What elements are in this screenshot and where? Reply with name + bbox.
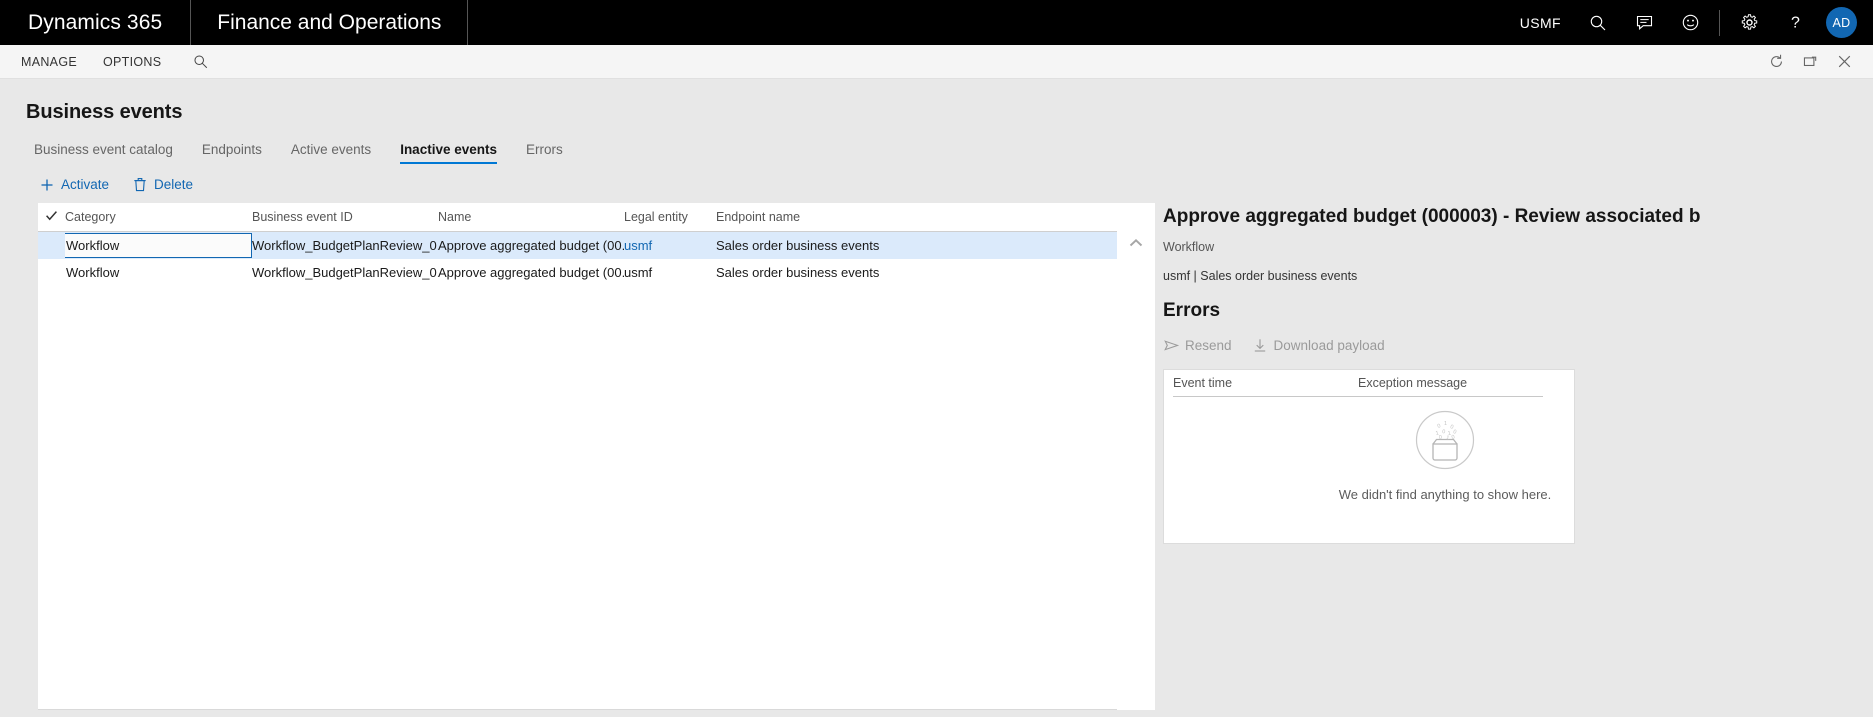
avatar[interactable]: AD xyxy=(1826,7,1857,38)
table-row[interactable]: Workflow Workflow_BudgetPlanReview_0... … xyxy=(38,259,1117,286)
details-title: Approve aggregated budget (000003) - Rev… xyxy=(1163,203,1873,228)
svg-text:1: 1 xyxy=(1444,421,1447,427)
svg-text:?: ? xyxy=(1791,15,1800,32)
download-payload-button[interactable]: Download payload xyxy=(1252,337,1385,353)
errors-table-divider xyxy=(1173,396,1543,397)
search-icon[interactable] xyxy=(1575,0,1621,45)
tab-active-events[interactable]: Active events xyxy=(291,142,371,164)
page-body: Business events Business event catalog E… xyxy=(0,79,1873,717)
svg-text:0: 0 xyxy=(1439,435,1443,441)
cell-category[interactable]: Workflow xyxy=(65,233,252,258)
inactive-events-grid: Category Business event ID Name Legal en… xyxy=(38,203,1117,710)
smiley-icon[interactable] xyxy=(1667,0,1713,45)
popout-icon[interactable] xyxy=(1793,45,1827,79)
cell-business-event-id[interactable]: Workflow_BudgetPlanReview_0... xyxy=(252,265,438,280)
errors-table-header: Event time Exception message xyxy=(1164,370,1574,396)
category-value: Workflow xyxy=(66,238,119,253)
resend-button[interactable]: Resend xyxy=(1163,337,1232,353)
errors-heading: Errors xyxy=(1163,283,1873,322)
download-icon xyxy=(1252,337,1268,353)
tab-inactive-events[interactable]: Inactive events xyxy=(400,142,497,164)
column-header-legal-entity[interactable]: Legal entity xyxy=(624,210,716,224)
search-icon[interactable] xyxy=(184,45,218,79)
empty-state: 0 1 0 1 0 1 0 0 1 0 xyxy=(1330,408,1560,502)
column-header-category[interactable]: Category xyxy=(65,210,252,224)
svg-text:1: 1 xyxy=(1446,435,1450,441)
details-panel: Approve aggregated budget (000003) - Rev… xyxy=(1155,203,1873,710)
column-header-endpoint-name[interactable]: Endpoint name xyxy=(716,210,1117,224)
cell-business-event-id[interactable]: Workflow_BudgetPlanReview_0... xyxy=(252,238,438,253)
send-icon xyxy=(1163,337,1179,353)
column-header-business-event-id[interactable]: Business event ID xyxy=(252,210,438,224)
app-name[interactable]: Finance and Operations xyxy=(191,0,468,45)
action-pane-tab-manage[interactable]: MANAGE xyxy=(8,45,90,79)
grid-header-row: Category Business event ID Name Legal en… xyxy=(38,203,1117,232)
help-icon[interactable]: ? xyxy=(1772,0,1818,45)
cell-endpoint-name[interactable]: Sales order business events xyxy=(716,265,1117,280)
column-header-exception-message[interactable]: Exception message xyxy=(1358,376,1467,390)
chevron-up-icon[interactable] xyxy=(1129,235,1143,710)
cell-legal-entity[interactable]: usmf xyxy=(624,265,716,280)
content-split: Category Business event ID Name Legal en… xyxy=(0,203,1873,710)
column-header-event-time[interactable]: Event time xyxy=(1173,376,1358,390)
details-subtitle: usmf | Sales order business events xyxy=(1163,254,1873,283)
topbar-divider xyxy=(1719,10,1720,36)
column-header-name[interactable]: Name xyxy=(438,210,624,224)
select-all-checkmark-icon[interactable] xyxy=(38,209,65,225)
delete-button[interactable]: Delete xyxy=(131,176,193,193)
top-navigation-bar: Dynamics 365 Finance and Operations USMF… xyxy=(0,0,1873,45)
empty-state-message: We didn't find anything to show here. xyxy=(1339,487,1552,502)
category-input[interactable]: Workflow xyxy=(65,233,252,258)
feedback-icon[interactable] xyxy=(1621,0,1667,45)
brand-logo[interactable]: Dynamics 365 xyxy=(0,0,191,45)
action-pane: MANAGE OPTIONS xyxy=(0,45,1873,79)
download-payload-button-label: Download payload xyxy=(1274,338,1385,353)
refresh-icon[interactable] xyxy=(1759,45,1793,79)
cell-category[interactable]: Workflow xyxy=(65,265,252,280)
errors-toolbar: Resend Download payload xyxy=(1163,322,1873,353)
close-icon[interactable] xyxy=(1827,45,1861,79)
company-selector[interactable]: USMF xyxy=(1506,15,1575,31)
delete-button-label: Delete xyxy=(154,177,193,192)
cell-legal-entity[interactable]: usmf xyxy=(624,238,716,253)
resend-button-label: Resend xyxy=(1185,338,1232,353)
table-row[interactable]: Workflow Workflow_BudgetPlanReview_0... … xyxy=(38,232,1117,259)
trash-icon xyxy=(131,176,148,193)
tab-errors[interactable]: Errors xyxy=(526,142,563,164)
topbar-right-controls: USMF ? AD xyxy=(1506,0,1873,45)
activate-button[interactable]: Activate xyxy=(38,176,109,193)
topbar-spacer xyxy=(468,0,1505,45)
plus-icon xyxy=(38,176,55,193)
page-tabs: Business event catalog Endpoints Active … xyxy=(0,124,1873,164)
tab-endpoints[interactable]: Endpoints xyxy=(202,142,262,164)
details-category: Workflow xyxy=(1163,228,1873,254)
svg-text:0: 0 xyxy=(1442,429,1446,435)
svg-text:0: 0 xyxy=(1437,423,1442,430)
tab-business-event-catalog[interactable]: Business event catalog xyxy=(34,142,173,164)
empty-box-icon: 0 1 0 1 0 1 0 0 1 0 xyxy=(1413,408,1477,477)
gear-icon[interactable] xyxy=(1726,0,1772,45)
cell-name[interactable]: Approve aggregated budget (00... xyxy=(438,265,624,280)
grid-toolbar: Activate Delete xyxy=(0,164,1873,203)
cell-name[interactable]: Approve aggregated budget (00... xyxy=(438,238,624,253)
action-pane-tab-options[interactable]: OPTIONS xyxy=(90,45,174,79)
activate-button-label: Activate xyxy=(61,177,109,192)
page-title: Business events xyxy=(0,79,1873,124)
cell-endpoint-name[interactable]: Sales order business events xyxy=(716,238,1117,253)
panel-collapse-rail xyxy=(1117,203,1155,710)
errors-table: Event time Exception message 0 1 xyxy=(1163,369,1575,544)
